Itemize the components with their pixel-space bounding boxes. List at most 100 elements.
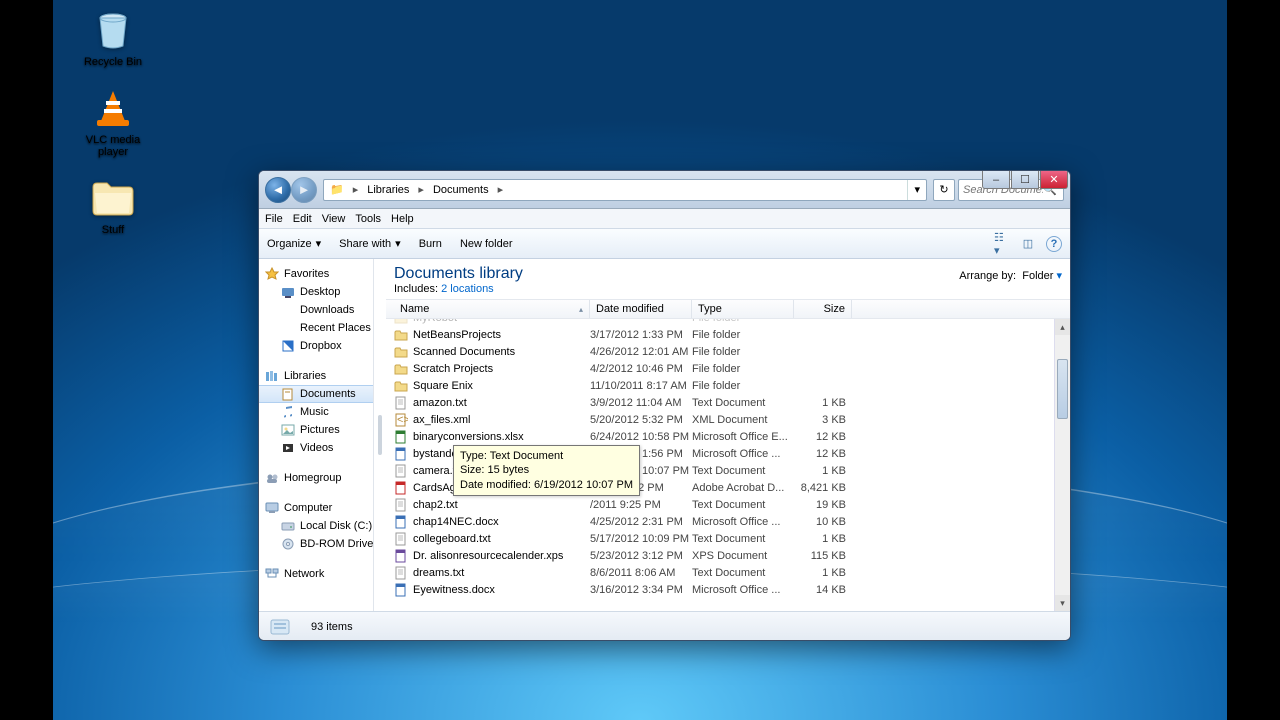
- scroll-down-button[interactable]: ▾: [1055, 595, 1070, 611]
- file-name: collegeboard.txt: [413, 533, 491, 545]
- file-date: 11/10/2011 8:17 AM: [590, 380, 692, 392]
- column-size[interactable]: Size: [794, 300, 852, 318]
- window-maximize-button[interactable]: ☐: [1011, 171, 1039, 189]
- refresh-button[interactable]: ↻: [933, 179, 955, 201]
- sidebar-item-bd-rom-drive--e[interactable]: BD-ROM Drive (E: [259, 535, 373, 553]
- view-options-button[interactable]: ☷ ▾: [994, 236, 1010, 252]
- arrange-by-dropdown[interactable]: Folder ▾: [1022, 270, 1062, 282]
- column-headers: Name▴ Date modified Type Size: [386, 299, 1070, 319]
- sidebar-favorites[interactable]: Favorites: [259, 265, 373, 283]
- pdf-icon: [394, 481, 408, 495]
- breadcrumb-root-icon[interactable]: 📁: [324, 180, 350, 200]
- column-type[interactable]: Type: [692, 300, 794, 318]
- file-size: 12 KB: [794, 431, 852, 443]
- sidebar-homegroup[interactable]: Homegroup: [259, 469, 373, 487]
- status-item-count: 93 items: [311, 621, 353, 633]
- toolbar-organize[interactable]: Organize ▾: [267, 237, 321, 250]
- sidebar-splitter[interactable]: [374, 259, 386, 611]
- arrange-by: Arrange by: Folder ▾: [959, 269, 1062, 282]
- txt-icon: [394, 532, 408, 546]
- toolbar-share-with[interactable]: Share with ▾: [339, 237, 401, 250]
- folder-icon: [394, 345, 408, 359]
- file-row[interactable]: MyRobotFile folder: [386, 319, 1070, 326]
- sidebar-network[interactable]: Network: [259, 565, 373, 583]
- file-date: 8/6/2011 8:06 AM: [590, 567, 692, 579]
- file-type: Microsoft Office ...: [692, 516, 794, 528]
- menu-view[interactable]: View: [322, 213, 346, 225]
- help-button[interactable]: ?: [1046, 236, 1062, 252]
- file-row[interactable]: collegeboard.txt5/17/2012 10:09 PMText D…: [386, 530, 1070, 547]
- menu-edit[interactable]: Edit: [293, 213, 312, 225]
- address-dropdown[interactable]: ▾: [907, 180, 926, 200]
- breadcrumb-documents[interactable]: Documents: [427, 180, 495, 200]
- sidebar-libraries[interactable]: Libraries: [259, 367, 373, 385]
- file-row[interactable]: Square Enix11/10/2011 8:17 AMFile folder: [386, 377, 1070, 394]
- window-close-button[interactable]: ✕: [1040, 171, 1068, 189]
- desktop-icon-recycle-bin[interactable]: Recycle Bin: [73, 6, 153, 68]
- file-row[interactable]: Scratch Projects4/2/2012 10:46 PMFile fo…: [386, 360, 1070, 377]
- file-row[interactable]: amazon.txt3/9/2012 11:04 AMText Document…: [386, 394, 1070, 411]
- sidebar-item-pictures[interactable]: Pictures: [259, 421, 373, 439]
- file-date: 4/25/2012 2:31 PM: [590, 516, 692, 528]
- file-row[interactable]: NetBeansProjects3/17/2012 1:33 PMFile fo…: [386, 326, 1070, 343]
- file-date: 5/17/2012 10:09 PM: [590, 533, 692, 545]
- menu-help[interactable]: Help: [391, 213, 414, 225]
- sidebar-item-documents[interactable]: Documents: [259, 385, 373, 403]
- sidebar-item-music[interactable]: Music: [259, 403, 373, 421]
- file-row[interactable]: Dr. alisonresourcecalender.xps5/23/2012 …: [386, 547, 1070, 564]
- file-date: 3/16/2012 3:34 PM: [590, 584, 692, 596]
- address-bar[interactable]: 📁▸ Libraries▸ Documents▸ ▾: [323, 179, 927, 201]
- menu-tools[interactable]: Tools: [355, 213, 381, 225]
- breadcrumb-libraries[interactable]: Libraries: [361, 180, 415, 200]
- main-pane: Documents library Includes: 2 locations …: [386, 259, 1070, 611]
- file-size: 14 KB: [794, 584, 852, 596]
- file-row[interactable]: Eyewitness.docx3/16/2012 3:34 PMMicrosof…: [386, 581, 1070, 598]
- file-row[interactable]: <>ax_files.xml5/20/2012 5:32 PMXML Docum…: [386, 411, 1070, 428]
- nav-forward-button[interactable]: ►: [291, 177, 317, 203]
- folder-icon: [394, 319, 408, 325]
- file-name: Scratch Projects: [413, 363, 493, 375]
- status-bar: 93 items: [259, 611, 1070, 641]
- file-size: 1 KB: [794, 567, 852, 579]
- file-date: 4/2/2012 10:46 PM: [590, 363, 692, 375]
- toolbar-new-folder[interactable]: New folder: [460, 238, 513, 250]
- folder-icon: [394, 379, 408, 393]
- sidebar-item-downloads[interactable]: ath d="M1 4 L1 12 L13 12 L13 5 L7 5 L6 3…: [259, 301, 373, 319]
- file-size: 115 KB: [794, 550, 852, 562]
- desktop-icon-vlc[interactable]: VLC media player: [73, 84, 153, 158]
- scrollbar[interactable]: ▴ ▾: [1054, 319, 1070, 611]
- column-name[interactable]: Name▴: [394, 300, 590, 318]
- sidebar-item-local-disk--c--[interactable]: Local Disk (C:): [259, 517, 373, 535]
- sidebar-computer[interactable]: Computer: [259, 499, 373, 517]
- nav-back-button[interactable]: ◄: [265, 177, 291, 203]
- sidebar-item-dropbox[interactable]: Dropbox: [259, 337, 373, 355]
- window-minimize-button[interactable]: –: [982, 171, 1010, 189]
- file-type: Text Document: [692, 465, 794, 477]
- sort-ascending-icon: ▴: [579, 305, 583, 314]
- desktop-icon-stuff[interactable]: Stuff: [73, 174, 153, 236]
- file-row[interactable]: binaryconversions.xlsx6/24/2012 10:58 PM…: [386, 428, 1070, 445]
- toolbar-burn[interactable]: Burn: [419, 238, 442, 250]
- file-row[interactable]: dreams.txt8/6/2011 8:06 AMText Document1…: [386, 564, 1070, 581]
- scroll-thumb[interactable]: [1057, 359, 1068, 419]
- file-row[interactable]: chap2.txt/2011 9:25 PMText Document19 KB: [386, 496, 1070, 513]
- desktop: Recycle Bin VLC media player Stuff ◄ ► 📁…: [53, 0, 1227, 720]
- library-title: Documents library: [394, 265, 523, 283]
- file-date: 3/9/2012 11:04 AM: [590, 397, 692, 409]
- window-titlebar[interactable]: ◄ ► 📁▸ Libraries▸ Documents▸ ▾ ↻ 🔍 – ☐ ✕: [259, 171, 1070, 209]
- menu-file[interactable]: File: [265, 213, 283, 225]
- preview-pane-button[interactable]: ◫: [1020, 236, 1036, 252]
- sidebar-item-desktop[interactable]: Desktop: [259, 283, 373, 301]
- file-row[interactable]: chap14NEC.docx4/25/2012 2:31 PMMicrosoft…: [386, 513, 1070, 530]
- file-type: Adobe Acrobat D...: [692, 482, 794, 494]
- xps-icon: [394, 549, 408, 563]
- file-row[interactable]: Scanned Documents4/26/2012 12:01 AMFile …: [386, 343, 1070, 360]
- xml-icon: <>: [394, 413, 408, 427]
- sidebar-item-videos[interactable]: Videos: [259, 439, 373, 457]
- column-date[interactable]: Date modified: [590, 300, 692, 318]
- scroll-up-button[interactable]: ▴: [1055, 319, 1070, 335]
- status-icon: [269, 615, 301, 639]
- folder-icon: [394, 362, 408, 376]
- library-locations-link[interactable]: 2 locations: [441, 283, 494, 295]
- sidebar-item-recent-places[interactable]: ath d="M1 4 L1 12 L13 12 L13 5 L7 5 L6 3…: [259, 319, 373, 337]
